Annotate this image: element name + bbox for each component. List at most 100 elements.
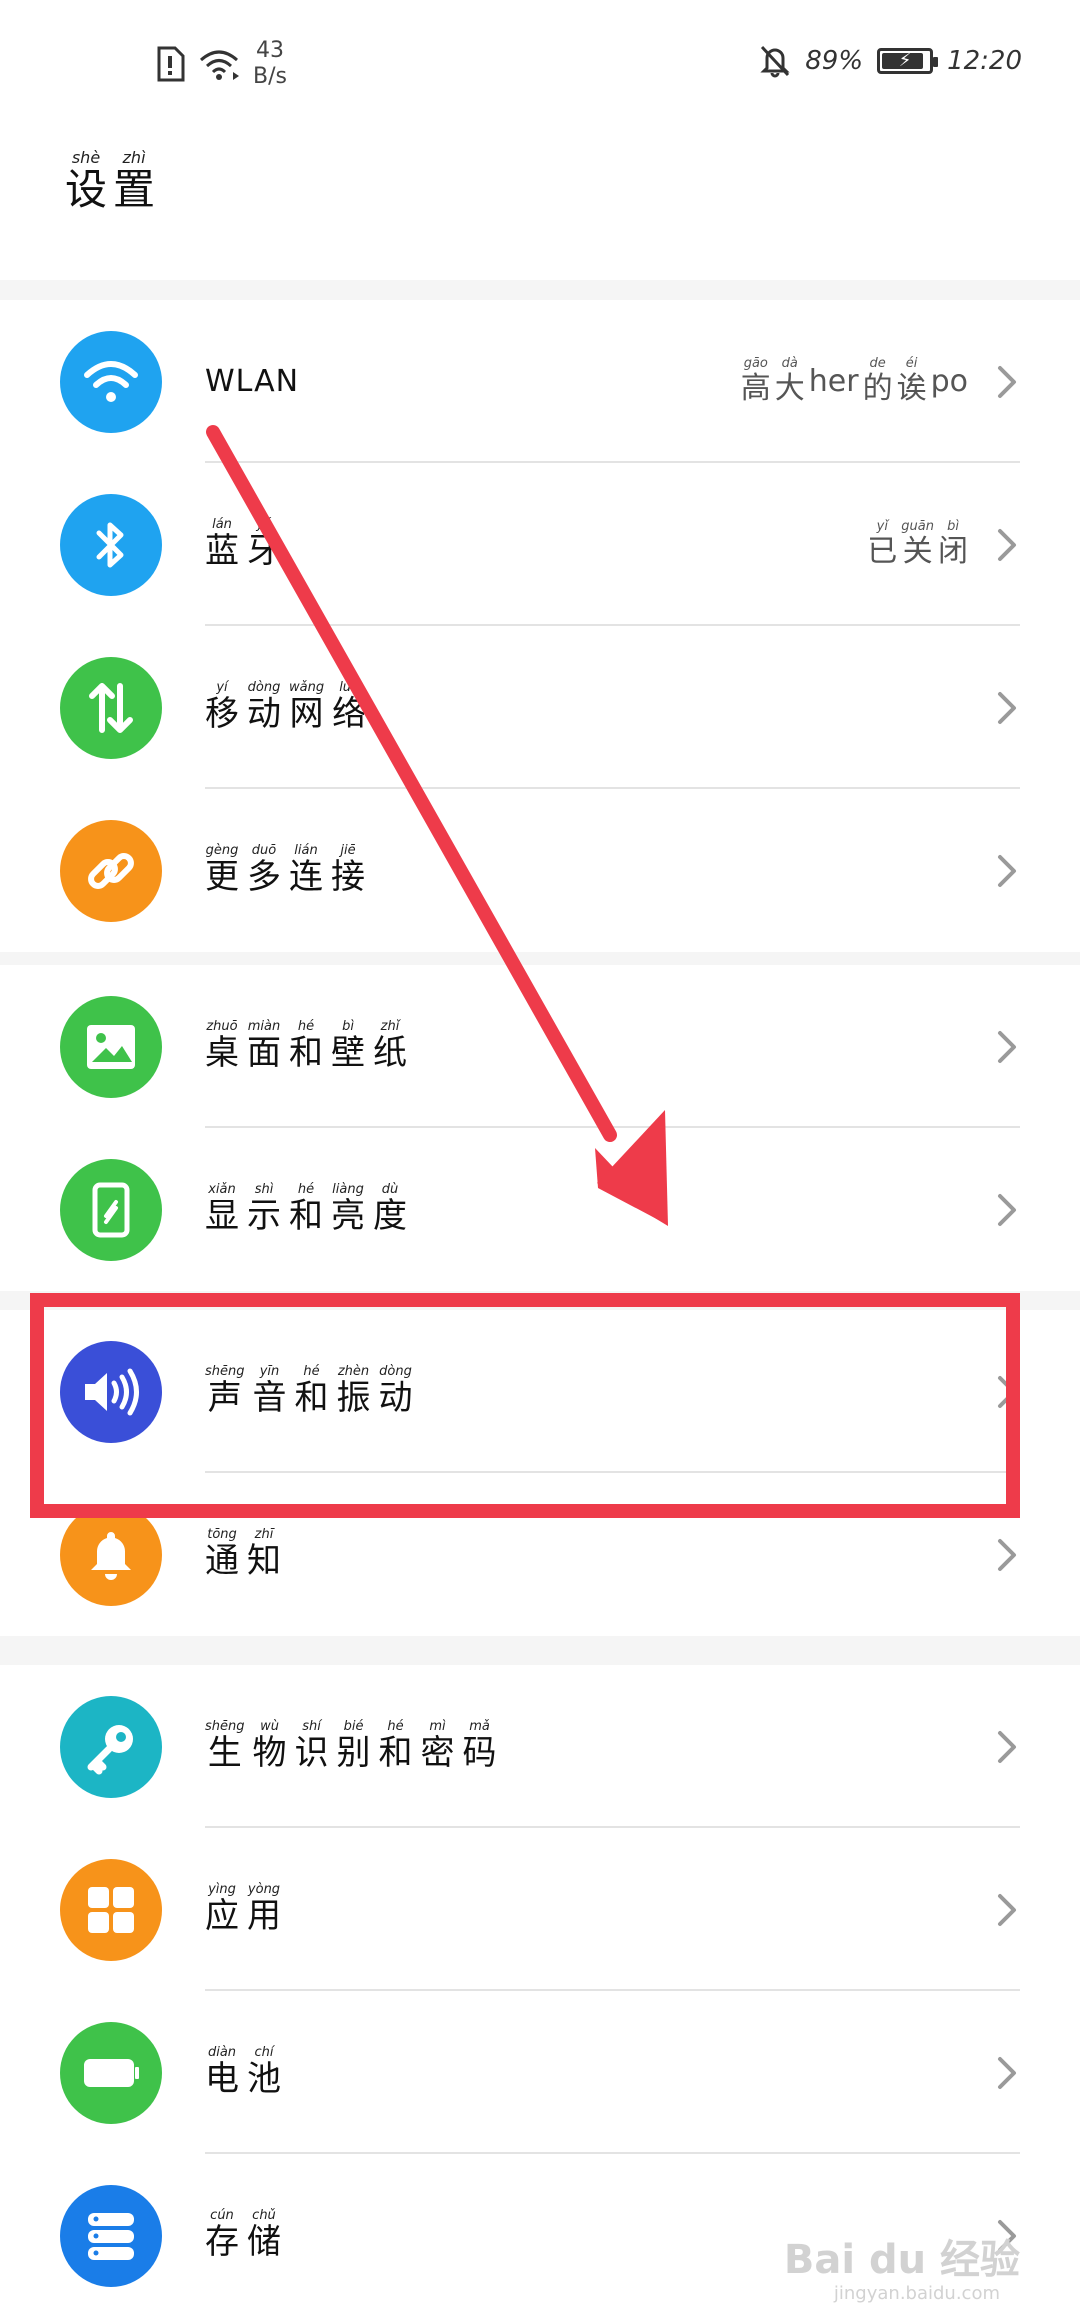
- pinyin: lán: [205, 516, 239, 532]
- char: 生shēng: [205, 1718, 245, 1774]
- char-base: 高: [740, 370, 771, 406]
- char: 亮liàng: [331, 1182, 365, 1237]
- bluetooth-icon: [60, 494, 162, 596]
- settings-item-label: 移yí 动dòng 网wǎng 络luò: [205, 626, 374, 789]
- char-base: 识: [294, 1732, 329, 1773]
- char-base: 应: [205, 1895, 239, 1936]
- title-bar: 设shè置zhì: [0, 110, 1080, 280]
- pinyin: éi: [896, 355, 927, 371]
- key-icon: [60, 1696, 162, 1798]
- pinyin: lián: [289, 842, 323, 858]
- settings-group: 桌zhuō 面miàn 和hé 壁bì 纸zhǐ 显xiǎn 示shì 和hé 亮liàng 度d…: [0, 965, 1080, 1291]
- char: 络luò: [332, 679, 367, 735]
- char-base: 接: [331, 856, 365, 897]
- char-base: 储: [247, 2221, 281, 2262]
- char-base: 通: [205, 1540, 239, 1581]
- char: 和hé: [289, 1181, 323, 1237]
- settings-item-more-connections[interactable]: 更gèng 多duō 连lián 接jiē: [0, 789, 1080, 952]
- storage-icon: [60, 2185, 162, 2287]
- char-base: 生: [205, 1732, 245, 1773]
- watermark-url: jingyan.baidu.com: [833, 2283, 1000, 2304]
- pinyin: hé: [289, 1181, 323, 1197]
- char-base: 别: [336, 1732, 371, 1773]
- char: 动dòng: [247, 679, 281, 735]
- char: 已yǐ: [867, 519, 897, 570]
- settings-item-bluetooth[interactable]: 蓝lán 牙yá 已yǐ 关guān 闭bì: [0, 463, 1080, 626]
- phone-display-icon: [60, 1159, 162, 1261]
- network-speed-value: 43: [255, 38, 284, 63]
- status-bar: 43 B/s 89% ⚡ 12:20: [0, 0, 1080, 110]
- network-speed: 43 B/s: [253, 38, 287, 90]
- char: 的de: [862, 355, 893, 407]
- settings-item-mobile-network[interactable]: 移yí 动dòng 网wǎng 络luò: [0, 626, 1080, 789]
- char: 示shì: [247, 1182, 281, 1237]
- settings-item-battery[interactable]: 电diàn 池chí: [0, 1991, 1080, 2154]
- char-base: her: [808, 364, 859, 399]
- pinyin: dù: [373, 1181, 407, 1197]
- char-base: 牙: [247, 530, 281, 571]
- page-title: 设shè置zhì: [65, 148, 161, 217]
- char: 度dù: [373, 1181, 407, 1237]
- wifi-icon: [60, 331, 162, 433]
- char-base: 连: [289, 856, 323, 897]
- char: 电diàn: [205, 2045, 239, 2100]
- char-base: 示: [247, 1195, 281, 1236]
- char-base: 置: [113, 165, 156, 214]
- settings-item-display-brightness[interactable]: 显xiǎn 示shì 和hé 亮liàng 度dù: [0, 1128, 1080, 1291]
- char-base: 和: [378, 1732, 413, 1773]
- settings-item-home-wallpaper[interactable]: 桌zhuō 面miàn 和hé 壁bì 纸zhǐ: [0, 965, 1080, 1128]
- char-base: 蓝: [205, 530, 239, 571]
- char-base: 码: [462, 1732, 497, 1773]
- pinyin: xiǎn: [205, 1181, 239, 1197]
- settings-item-label: 电diàn 池chí: [205, 1991, 289, 2154]
- settings-item-apps[interactable]: 应yìng 用yòng: [0, 1828, 1080, 1991]
- battery-icon: [60, 2022, 162, 2124]
- pinyin: shí: [294, 1718, 329, 1734]
- settings-item-value: 已yǐ 关guān 闭bì: [867, 463, 972, 626]
- char-base: 和: [289, 1032, 323, 1073]
- char: 诶éi: [896, 355, 927, 407]
- pinyin: shēng: [205, 1718, 245, 1734]
- char-base: 桌: [205, 1032, 239, 1073]
- chevron-right-icon: [992, 1027, 1022, 1067]
- pinyin: yí: [205, 679, 239, 695]
- pinyin: jiē: [331, 842, 365, 858]
- battery-percent: 89%: [805, 46, 864, 76]
- char-base: 电: [205, 2058, 239, 2099]
- pinyin: de: [862, 355, 893, 371]
- char-base: 度: [373, 1195, 407, 1236]
- char-base: 多: [247, 856, 281, 897]
- pinyin: dà: [774, 355, 805, 371]
- char-base: 物: [252, 1732, 287, 1773]
- pinyin: zhǐ: [373, 1018, 407, 1034]
- char-base: 诶: [896, 370, 927, 406]
- char: po: [931, 364, 968, 399]
- char-base: 移: [205, 693, 239, 734]
- link-icon: [60, 820, 162, 922]
- char: 移yí: [205, 679, 239, 735]
- pinyin: luò: [332, 679, 367, 695]
- chevron-right-icon: [992, 2053, 1022, 2093]
- pinyin: gèng: [205, 842, 239, 858]
- chevron-right-icon: [992, 688, 1022, 728]
- char: 网wǎng: [289, 680, 324, 735]
- settings-item-wlan[interactable]: WLAN 高gāo 大dà her 的de 诶éi po: [0, 300, 1080, 463]
- pinyin: cún: [205, 2207, 239, 2223]
- status-left: 43 B/s: [155, 38, 287, 90]
- pinyin: bié: [336, 1718, 371, 1734]
- char: 桌zhuō: [205, 1019, 239, 1074]
- pinyin: dòng: [247, 679, 281, 695]
- charging-bolt-icon: ⚡: [898, 50, 912, 71]
- char: 牙yá: [247, 517, 281, 572]
- char: 物wù: [252, 1718, 287, 1774]
- char: 更gèng: [205, 842, 239, 898]
- pinyin: wù: [252, 1718, 287, 1734]
- char: 码mǎ: [462, 1719, 497, 1774]
- clock: 12:20: [947, 46, 1022, 76]
- pinyin: chí: [247, 2044, 281, 2060]
- settings-item-biometrics-password[interactable]: 生shēng 物wù 识shí 别bié 和hé 密mì 码mǎ: [0, 1665, 1080, 1828]
- char: 储chǔ: [247, 2208, 281, 2263]
- char-base: 亮: [331, 1195, 365, 1236]
- watermark: Bai du 经验: [783, 2237, 1020, 2283]
- char-base: 关: [901, 533, 934, 569]
